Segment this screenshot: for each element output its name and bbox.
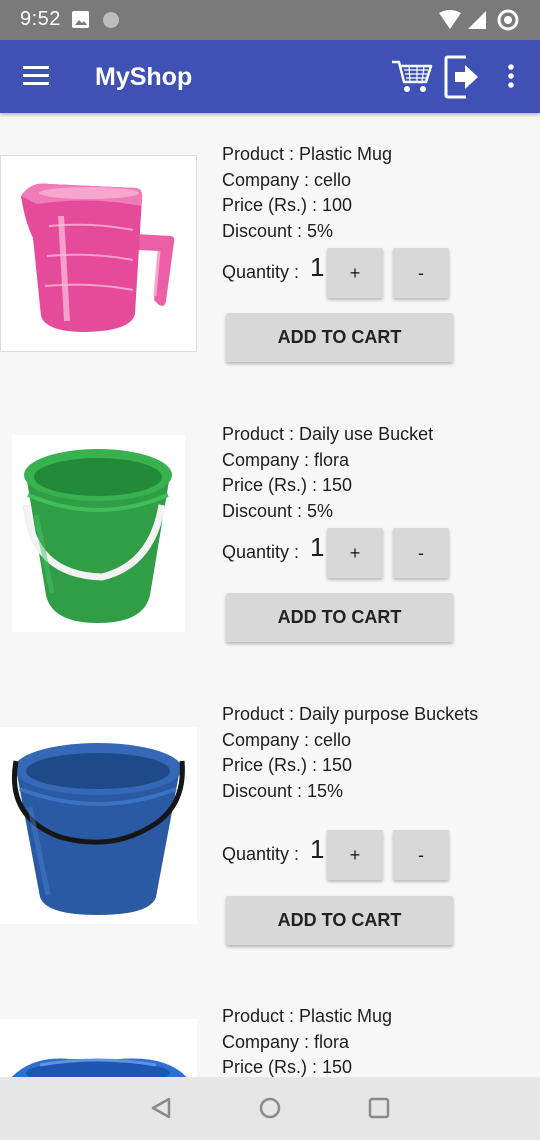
status-bar: 9:52 [0,0,540,40]
circle-icon [103,12,119,28]
product-price: Price (Rs.) : 150 [222,475,353,495]
add-to-cart-button[interactable]: ADD TO CART [226,593,453,642]
quantity-plus-button[interactable]: + [327,248,383,298]
product-image-blue-tub[interactable] [0,1019,197,1077]
cart-icon[interactable] [390,56,434,96]
product-image-blue-bucket[interactable] [0,727,197,924]
wifi-icon [439,10,461,29]
product-company: Company : cello [222,169,352,190]
quantity-label: Quantity : [222,844,300,864]
product-list[interactable]: Product : Plastic Mug Company : cello Pr… [0,113,540,1077]
product-name: Product : Plastic Mug [222,1006,393,1026]
quantity-minus-button[interactable]: - [393,830,449,880]
product-price: Price (Rs.) : 150 [222,1057,353,1077]
product-company: Company : flora [222,449,350,470]
product-details: Product : Plastic Mug Company : cello Pr… [222,142,522,244]
product-name: Product : Daily purpose Buckets [222,704,479,724]
quantity-value: 1 [310,532,325,562]
app-bar: MyShop [0,40,540,113]
product-image-pink-mug[interactable] [0,155,197,352]
quantity-label: Quantity : [222,262,300,282]
add-to-cart-button[interactable]: ADD TO CART [226,896,453,945]
navigation-bar [0,1077,540,1140]
image-icon [72,11,89,28]
product-name: Product : Daily use Bucket [222,424,434,444]
battery-icon [497,9,519,31]
back-icon[interactable] [149,1096,173,1125]
product-price: Price (Rs.) : 150 [222,755,353,775]
product-details: Product : Daily purpose Buckets Company … [222,702,522,804]
quantity-plus-button[interactable]: + [327,830,383,880]
status-time: 9:52 [20,8,61,30]
more-vert-icon[interactable] [504,64,518,90]
menu-icon[interactable] [23,66,49,86]
product-details: Product : Plastic Mug Company : flora Pr… [222,1004,522,1077]
signal-icon [468,11,486,29]
quantity-value: 1 [310,252,325,282]
logout-icon[interactable] [444,55,480,99]
status-right-icons [438,9,520,36]
app-title: MyShop [95,63,193,91]
product-price: Price (Rs.) : 100 [222,195,353,215]
product-name: Product : Plastic Mug [222,144,393,164]
product-discount: Discount : 15% [222,780,344,801]
product-company: Company : cello [222,729,352,750]
quantity-plus-button[interactable]: + [327,528,383,578]
quantity-minus-button[interactable]: - [393,528,449,578]
product-discount: Discount : 5% [222,220,334,241]
recents-icon[interactable] [368,1097,390,1124]
product-company: Company : flora [222,1031,350,1052]
add-to-cart-button[interactable]: ADD TO CART [226,313,453,362]
quantity-label: Quantity : [222,542,300,562]
home-icon[interactable] [258,1096,282,1125]
quantity-minus-button[interactable]: - [393,248,449,298]
status-left-icons [72,10,132,35]
quantity-value: 1 [310,834,325,864]
product-details: Product : Daily use Bucket Company : flo… [222,422,522,524]
product-image-green-bucket[interactable] [12,435,185,632]
product-discount: Discount : 5% [222,500,334,521]
